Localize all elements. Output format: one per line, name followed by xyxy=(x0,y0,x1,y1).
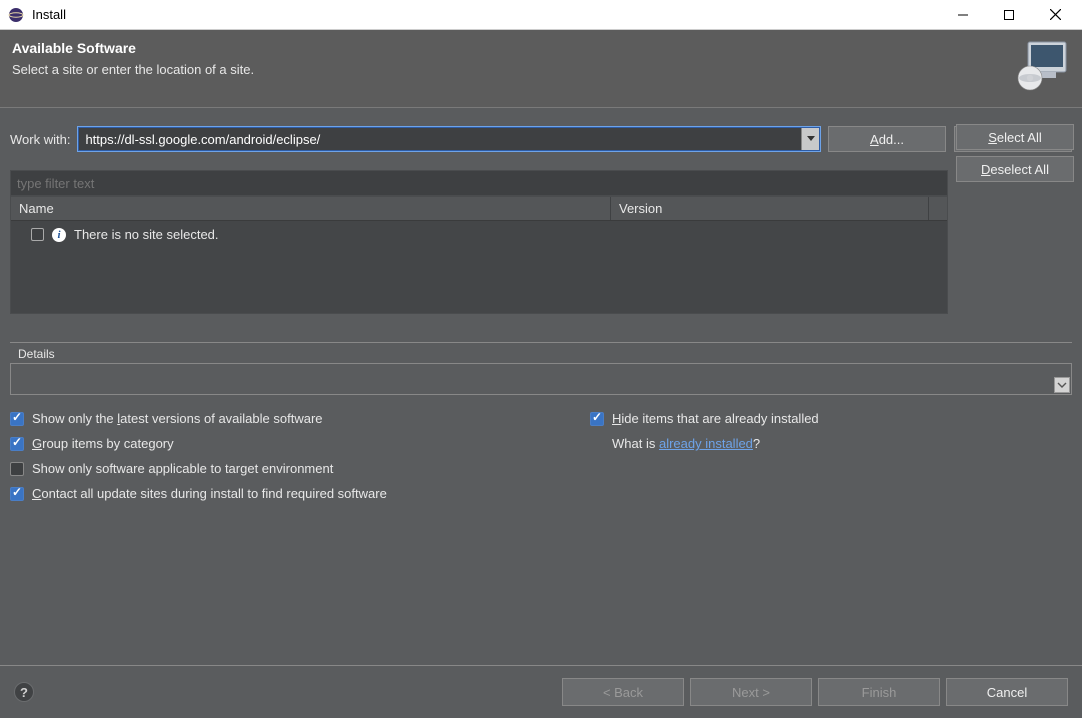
tree-empty-row: i There is no site selected. xyxy=(19,227,939,242)
select-all-button[interactable]: Select All xyxy=(956,124,1074,150)
next-button[interactable]: Next > xyxy=(690,678,812,706)
already-installed-text: What is already installed? xyxy=(612,436,819,451)
combo-dropdown-button[interactable] xyxy=(801,128,819,150)
check-hide-installed[interactable]: Hide items that are already installed xyxy=(590,411,819,426)
check-show-latest-box[interactable] xyxy=(10,412,24,426)
tree-row-checkbox[interactable] xyxy=(31,228,44,241)
check-contact-sites-box[interactable] xyxy=(10,487,24,501)
column-header-name[interactable]: Name xyxy=(11,197,611,220)
check-hide-installed-box[interactable] xyxy=(590,412,604,426)
check-group-category-box[interactable] xyxy=(10,437,24,451)
maximize-button[interactable] xyxy=(986,0,1032,30)
wizard-header: Available Software Select a site or ente… xyxy=(0,30,1082,108)
check-target-env[interactable]: Show only software applicable to target … xyxy=(10,461,530,476)
already-installed-link[interactable]: already installed xyxy=(659,436,753,451)
finish-button[interactable]: Finish xyxy=(818,678,940,706)
close-button[interactable] xyxy=(1032,0,1078,30)
titlebar: Install xyxy=(0,0,1082,30)
wizard-footer: ? < Back Next > Finish Cancel xyxy=(0,665,1082,718)
work-with-combo[interactable] xyxy=(78,127,820,151)
wizard-title: Available Software xyxy=(12,40,1070,56)
check-target-env-box[interactable] xyxy=(10,462,24,476)
info-icon: i xyxy=(52,228,66,242)
details-scroll-down-button[interactable] xyxy=(1054,377,1070,393)
filter-input[interactable] xyxy=(10,170,948,196)
wizard-subtitle: Select a site or enter the location of a… xyxy=(12,62,1070,77)
check-group-category[interactable]: Group items by category xyxy=(10,436,530,451)
eclipse-icon xyxy=(8,7,24,23)
software-tree[interactable]: Name Version i There is no site selected… xyxy=(10,196,948,314)
details-textarea[interactable] xyxy=(10,363,1072,395)
install-wizard-icon xyxy=(1014,36,1072,94)
deselect-all-button[interactable]: Deselect All xyxy=(956,156,1074,182)
work-with-label: Work with: xyxy=(10,132,70,147)
add-button[interactable]: Add... xyxy=(828,126,946,152)
help-icon[interactable]: ? xyxy=(14,682,34,702)
window-title: Install xyxy=(32,7,940,22)
minimize-button[interactable] xyxy=(940,0,986,30)
tree-empty-message: There is no site selected. xyxy=(74,227,219,242)
check-show-latest[interactable]: Show only the latest versions of availab… xyxy=(10,411,530,426)
check-contact-sites[interactable]: Contact all update sites during install … xyxy=(10,486,530,501)
content-area: Work with: Add... Manage... Name Version xyxy=(0,126,1082,501)
back-button[interactable]: < Back xyxy=(562,678,684,706)
column-header-version[interactable]: Version xyxy=(611,197,929,220)
cancel-button[interactable]: Cancel xyxy=(946,678,1068,706)
details-label: Details xyxy=(14,347,59,361)
column-header-blank xyxy=(929,197,947,220)
work-with-input[interactable] xyxy=(79,128,801,150)
